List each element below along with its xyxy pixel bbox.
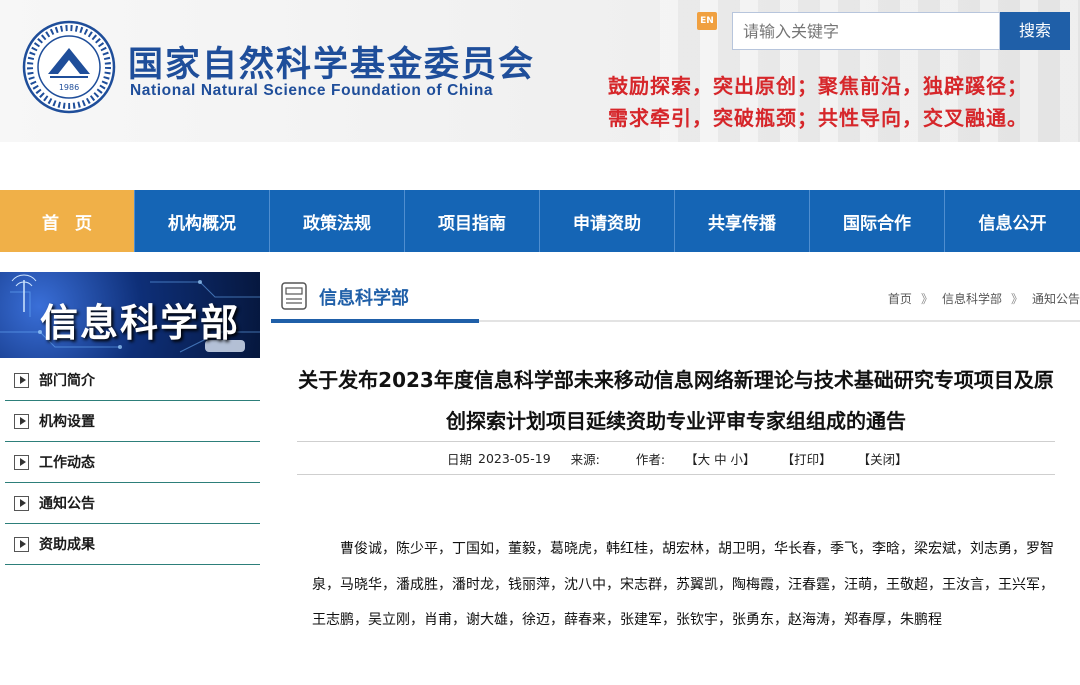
arrow-right-icon: [14, 454, 29, 470]
slogan-line-2: 需求牵引，突破瓶颈；共性导向，交叉融通。: [608, 106, 1028, 130]
sidebar-item-achievements[interactable]: 资助成果: [5, 524, 260, 565]
sidebar-item-structure[interactable]: 机构设置: [5, 401, 260, 442]
nav-item-guide[interactable]: 项目指南: [405, 190, 540, 252]
sidebar-item-label: 工作动态: [39, 455, 95, 471]
column-title: 信息科学部: [319, 288, 409, 309]
slogan-line-1: 鼓励探索，突出原创；聚焦前沿，独辟蹊径；: [608, 74, 1028, 98]
close-link[interactable]: 【关闭】: [858, 449, 908, 468]
source-label: 来源:: [570, 451, 600, 467]
sidebar-item-label: 通知公告: [39, 496, 95, 512]
arrow-right-icon: [14, 536, 29, 552]
publish-date: 2023-05-19: [478, 450, 551, 466]
nav-item-apply[interactable]: 申请资助: [540, 190, 675, 252]
english-version-button[interactable]: EN: [697, 12, 717, 30]
article-body: 曹俊诚，陈少平，丁国如，董毅，葛晓虎，韩红桂，胡宏林，胡卫明，华长春，季飞，李晗…: [312, 541, 1054, 628]
sidebar-item-intro[interactable]: 部门简介: [5, 360, 260, 401]
sidebar-item-notices[interactable]: 通知公告: [5, 483, 260, 524]
sidebar-item-label: 机构设置: [39, 414, 95, 430]
org-name-cn: 国家自然科学基金委员会: [128, 45, 536, 85]
document-icon: [281, 282, 307, 310]
column-header: 信息科学部 首页》信息科学部》通知公告: [271, 272, 1080, 323]
breadcrumb: 首页》信息科学部》通知公告: [888, 290, 1080, 307]
nav-item-policies[interactable]: 政策法规: [270, 190, 405, 252]
sidebar-menu: 部门简介 机构设置 工作动态 通知公告 资助成果: [5, 360, 260, 565]
nsfc-seal-logo[interactable]: 1986: [22, 20, 116, 114]
breadcrumb-separator: 》: [1010, 292, 1023, 306]
seal-year: 1986: [59, 83, 79, 92]
column-header-underline: [271, 319, 479, 323]
org-name-en: National Natural Science Foundation of C…: [130, 82, 494, 99]
nav-item-international[interactable]: 国际合作: [810, 190, 945, 252]
sidebar-item-news[interactable]: 工作动态: [5, 442, 260, 483]
arrow-right-icon: [14, 372, 29, 388]
date-label: 日期: [447, 451, 473, 467]
article-meta: 日期 2023-05-19 来源: 作者: 【大 中 小】 【打印】 【关闭】: [297, 441, 1055, 475]
site-header: 1986 国家自然科学基金委员会 National Natural Scienc…: [0, 0, 1080, 142]
author-label: 作者:: [635, 451, 666, 467]
search-input[interactable]: [732, 12, 1000, 50]
sidebar-item-label: 部门简介: [39, 373, 95, 389]
nav-item-about[interactable]: 机构概况: [135, 190, 270, 252]
breadcrumb-department[interactable]: 信息科学部: [942, 292, 1002, 306]
sidebar-item-label: 资助成果: [39, 537, 95, 553]
font-size-control[interactable]: 【大 中 小】: [685, 449, 755, 468]
arrow-right-icon: [14, 495, 29, 511]
nav-item-disclosure[interactable]: 信息公开: [945, 190, 1080, 252]
nav-item-home[interactable]: 首页: [0, 190, 135, 252]
arrow-right-icon: [14, 413, 29, 429]
breadcrumb-notices[interactable]: 通知公告: [1032, 292, 1080, 306]
nav-item-share[interactable]: 共享传播: [675, 190, 810, 252]
department-banner: 信息科学部: [0, 272, 260, 358]
print-link[interactable]: 【打印】: [782, 449, 832, 468]
breadcrumb-separator: 》: [920, 292, 933, 306]
main-nav: 首页 机构概况 政策法规 项目指南 申请资助 共享传播 国际合作 信息公开: [0, 190, 1080, 252]
search-button[interactable]: 搜索: [1000, 12, 1070, 50]
breadcrumb-home[interactable]: 首页: [888, 292, 912, 306]
article-title: 关于发布2023年度信息科学部未来移动信息网络新理论与技术基础研究专项项目及原创…: [298, 368, 1054, 433]
department-banner-title: 信息科学部: [40, 301, 241, 345]
